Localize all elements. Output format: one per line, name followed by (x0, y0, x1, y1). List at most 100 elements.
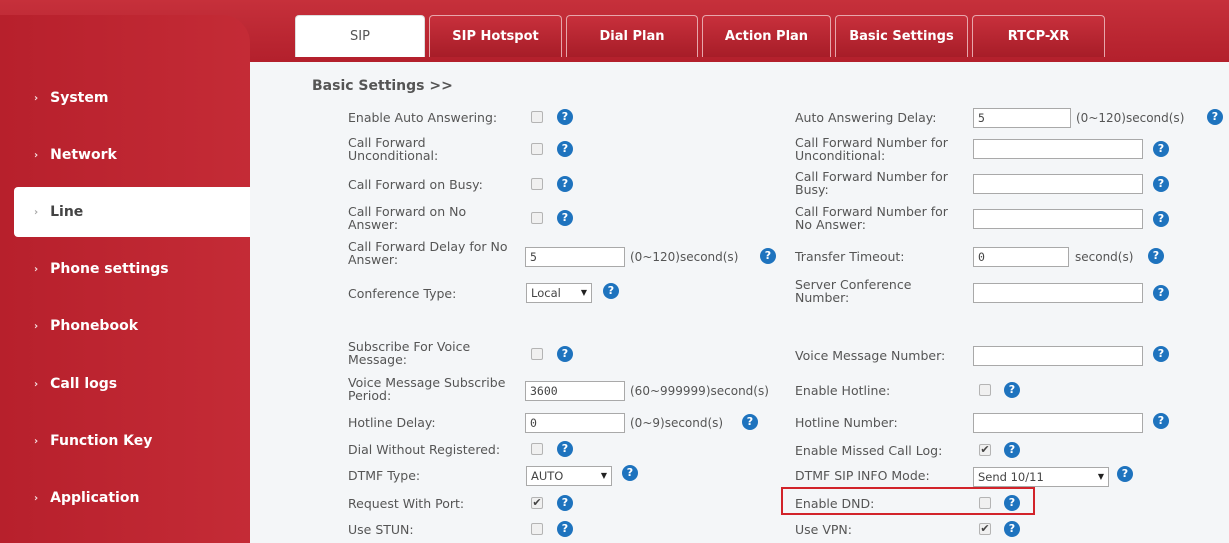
label-cf-delay: Call Forward Delay for No Answer: (348, 239, 508, 267)
help-icon[interactable]: ? (622, 465, 638, 481)
help-icon[interactable]: ? (1153, 211, 1169, 227)
label-subscribe-voice: Subscribe For Voice Message: (348, 339, 471, 367)
help-icon[interactable]: ? (1004, 442, 1020, 458)
tab-rtcp-xr[interactable]: RTCP-XR (972, 15, 1105, 57)
sidebar-item-line[interactable]: › Line (14, 187, 250, 237)
label-use-stun: Use STUN: (348, 522, 414, 537)
help-icon[interactable]: ? (1004, 521, 1020, 537)
label-cf-number-busy: Call Forward Number for Busy: (795, 169, 948, 197)
help-icon[interactable]: ? (603, 283, 619, 299)
help-icon[interactable]: ? (557, 141, 573, 157)
hotline-delay-input[interactable]: 0 (525, 413, 625, 433)
checkbox-use-stun[interactable] (531, 523, 543, 535)
help-icon[interactable]: ? (1207, 109, 1223, 125)
chevron-right-icon: › (34, 492, 39, 504)
help-icon[interactable]: ? (557, 521, 573, 537)
cf-number-unconditional-input[interactable] (973, 139, 1143, 159)
help-icon[interactable]: ? (557, 346, 573, 362)
vm-subscribe-period-input[interactable]: 3600 (525, 381, 625, 401)
auto-answering-delay-unit: (0~120)second(s) (1076, 111, 1185, 125)
tab-action-plan[interactable]: Action Plan (702, 15, 831, 57)
label-dial-without-registered: Dial Without Registered: (348, 442, 501, 457)
caret-down-icon: ▼ (1097, 472, 1104, 481)
server-conference-number-input[interactable] (973, 283, 1143, 303)
label-server-conference-number: Server Conference Number: (795, 277, 912, 305)
checkbox-enable-auto-answering[interactable] (531, 111, 543, 123)
transfer-timeout-input[interactable]: 0 (973, 247, 1069, 267)
help-icon[interactable]: ? (1153, 285, 1169, 301)
sidebar-item-phone-settings[interactable]: › Phone settings (0, 244, 250, 294)
help-icon[interactable]: ? (1153, 346, 1169, 362)
help-icon[interactable]: ? (557, 176, 573, 192)
sidebar-item-phonebook[interactable]: › Phonebook (0, 301, 250, 351)
help-icon[interactable]: ? (557, 210, 573, 226)
cf-number-no-answer-input[interactable] (973, 209, 1143, 229)
conference-type-select[interactable]: Local ▼ (526, 283, 592, 303)
auto-answering-delay-input[interactable]: 5 (973, 108, 1071, 128)
sidebar-item-label: Line (50, 204, 84, 220)
label-transfer-timeout: Transfer Timeout: (795, 249, 905, 264)
sidebar: › System › Network › Line › Phone settings ›… (0, 15, 250, 543)
help-icon[interactable]: ? (1153, 176, 1169, 192)
sidebar-item-label: System (50, 90, 109, 106)
sidebar-item-system[interactable]: › System (0, 73, 250, 123)
label-conference-type: Conference Type: (348, 286, 457, 301)
help-icon[interactable]: ? (1153, 141, 1169, 157)
cf-delay-input[interactable]: 5 (525, 247, 625, 267)
help-icon[interactable]: ? (760, 248, 776, 264)
sidebar-item-label: Phone settings (50, 261, 169, 277)
checkbox-cf-unconditional[interactable] (531, 143, 543, 155)
help-icon[interactable]: ? (1148, 248, 1164, 264)
label-request-with-port: Request With Port: (348, 496, 465, 511)
tab-sip[interactable]: SIP (295, 15, 425, 57)
dtmf-sip-info-mode-select[interactable]: Send 10/11 ▼ (973, 467, 1109, 487)
checkbox-subscribe-voice[interactable] (531, 348, 543, 360)
help-icon[interactable]: ? (1153, 413, 1169, 429)
cf-delay-unit: (0~120)second(s) (630, 250, 739, 264)
vm-subscribe-period-unit: (60~999999)second(s) (630, 384, 769, 398)
chevron-right-icon: › (34, 149, 39, 161)
chevron-right-icon: › (34, 378, 39, 390)
help-icon[interactable]: ? (557, 109, 573, 125)
checkbox-cf-no-answer[interactable] (531, 212, 543, 224)
caret-down-icon: ▼ (600, 471, 607, 480)
checkbox-request-with-port[interactable]: ✔ (531, 497, 543, 509)
checkbox-cf-busy[interactable] (531, 178, 543, 190)
help-icon[interactable]: ? (1004, 382, 1020, 398)
help-icon[interactable]: ? (557, 495, 573, 511)
label-voice-message-number: Voice Message Number: (795, 348, 946, 363)
label-hotline-delay: Hotline Delay: (348, 415, 436, 430)
label-dtmf-sip-info-mode: DTMF SIP INFO Mode: (795, 468, 930, 483)
help-icon[interactable]: ? (1117, 466, 1133, 482)
voice-message-number-input[interactable] (973, 346, 1143, 366)
sidebar-item-call-logs[interactable]: › Call logs (0, 359, 250, 409)
hotline-delay-unit: (0~9)second(s) (630, 416, 724, 430)
label-enable-auto-answering: Enable Auto Answering: (348, 110, 498, 125)
label-cf-busy: Call Forward on Busy: (348, 177, 483, 192)
checkbox-enable-hotline[interactable] (979, 384, 991, 396)
checkbox-dial-without-registered[interactable] (531, 443, 543, 455)
dtmf-type-select[interactable]: AUTO ▼ (526, 466, 612, 486)
sidebar-item-network[interactable]: › Network (0, 130, 250, 180)
label-enable-hotline: Enable Hotline: (795, 383, 891, 398)
help-icon[interactable]: ? (742, 414, 758, 430)
label-enable-missed-call-log: Enable Missed Call Log: (795, 443, 943, 458)
help-icon[interactable]: ? (557, 441, 573, 457)
tab-basic-settings[interactable]: Basic Settings (835, 15, 968, 57)
tab-sip-hotspot[interactable]: SIP Hotspot (429, 15, 562, 57)
label-cf-unconditional: Call Forward Unconditional: (348, 135, 439, 163)
label-auto-answering-delay: Auto Answering Delay: (795, 110, 937, 125)
sidebar-item-label: Function Key (50, 433, 153, 449)
chevron-right-icon: › (34, 206, 39, 218)
checkbox-use-vpn[interactable]: ✔ (979, 523, 991, 535)
checkbox-enable-missed-call-log[interactable]: ✔ (979, 444, 991, 456)
tab-dial-plan[interactable]: Dial Plan (566, 15, 698, 57)
chevron-right-icon: › (34, 435, 39, 447)
sidebar-item-application[interactable]: › Application (0, 473, 250, 523)
cf-number-busy-input[interactable] (973, 174, 1143, 194)
sidebar-item-label: Network (50, 147, 117, 163)
sidebar-item-function-key[interactable]: › Function Key (0, 416, 250, 466)
hotline-number-input[interactable] (973, 413, 1143, 433)
label-cf-no-answer: Call Forward on No Answer: (348, 204, 467, 232)
caret-down-icon: ▼ (580, 288, 587, 297)
